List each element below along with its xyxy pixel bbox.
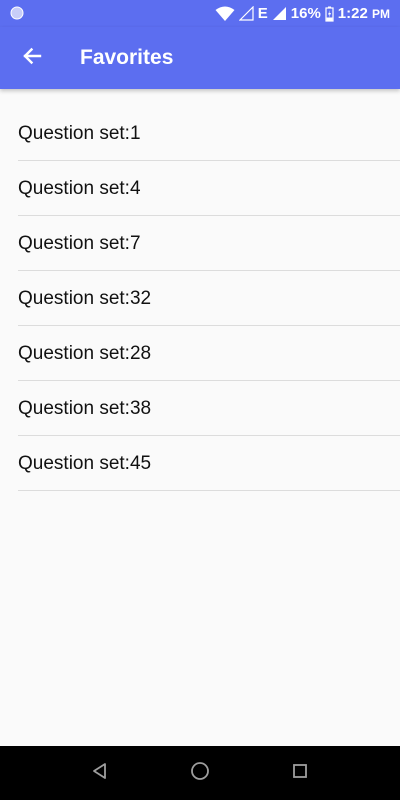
status-bar: E 16% 1:22 PM bbox=[0, 0, 400, 27]
navigation-bar bbox=[0, 746, 400, 800]
page-title: Favorites bbox=[80, 46, 174, 69]
list-item[interactable]: Question set:4 bbox=[0, 161, 400, 216]
divider bbox=[18, 490, 400, 491]
list-item-label: Question set:28 bbox=[18, 343, 152, 364]
battery-percent: 16% bbox=[290, 5, 321, 22]
list-item-label: Question set:7 bbox=[18, 233, 141, 254]
list-item-label: Question set:38 bbox=[18, 398, 152, 419]
list-item-label: Question set:1 bbox=[18, 123, 141, 144]
home-circle-icon bbox=[190, 761, 210, 786]
wifi-icon bbox=[215, 6, 235, 22]
clock: 1:22 PM bbox=[338, 0, 390, 28]
list-item[interactable]: Question set:1 bbox=[0, 106, 400, 161]
back-triangle-icon bbox=[91, 762, 109, 785]
list-item[interactable]: Question set:45 bbox=[0, 436, 400, 491]
favorites-list: Question set:1 Question set:4 Question s… bbox=[0, 106, 400, 491]
clock-suffix: PM bbox=[372, 6, 390, 21]
app-bar: Favorites bbox=[0, 27, 400, 89]
list-item[interactable]: Question set:28 bbox=[0, 326, 400, 381]
list-item[interactable]: Question set:38 bbox=[0, 381, 400, 436]
status-icons: E 16% 1:22 PM bbox=[215, 0, 390, 27]
notification-dot-icon bbox=[10, 6, 24, 20]
list-item[interactable]: Question set:7 bbox=[0, 216, 400, 271]
battery-charging-icon bbox=[325, 6, 334, 22]
list-item-label: Question set:45 bbox=[18, 453, 152, 474]
list-item[interactable]: Question set:32 bbox=[0, 271, 400, 326]
clock-time: 1:22 bbox=[337, 4, 368, 22]
list-item-label: Question set:32 bbox=[18, 288, 152, 309]
network-type-label: E bbox=[257, 5, 268, 22]
signal-empty-icon bbox=[238, 6, 254, 21]
recents-square-icon bbox=[292, 763, 308, 784]
nav-home-button[interactable] bbox=[170, 746, 230, 800]
nav-back-button[interactable] bbox=[70, 746, 130, 800]
nav-recents-button[interactable] bbox=[270, 746, 330, 800]
back-button[interactable] bbox=[14, 40, 50, 76]
list-item-label: Question set:4 bbox=[18, 178, 141, 199]
arrow-back-icon bbox=[22, 46, 42, 71]
signal-icon bbox=[272, 6, 287, 21]
